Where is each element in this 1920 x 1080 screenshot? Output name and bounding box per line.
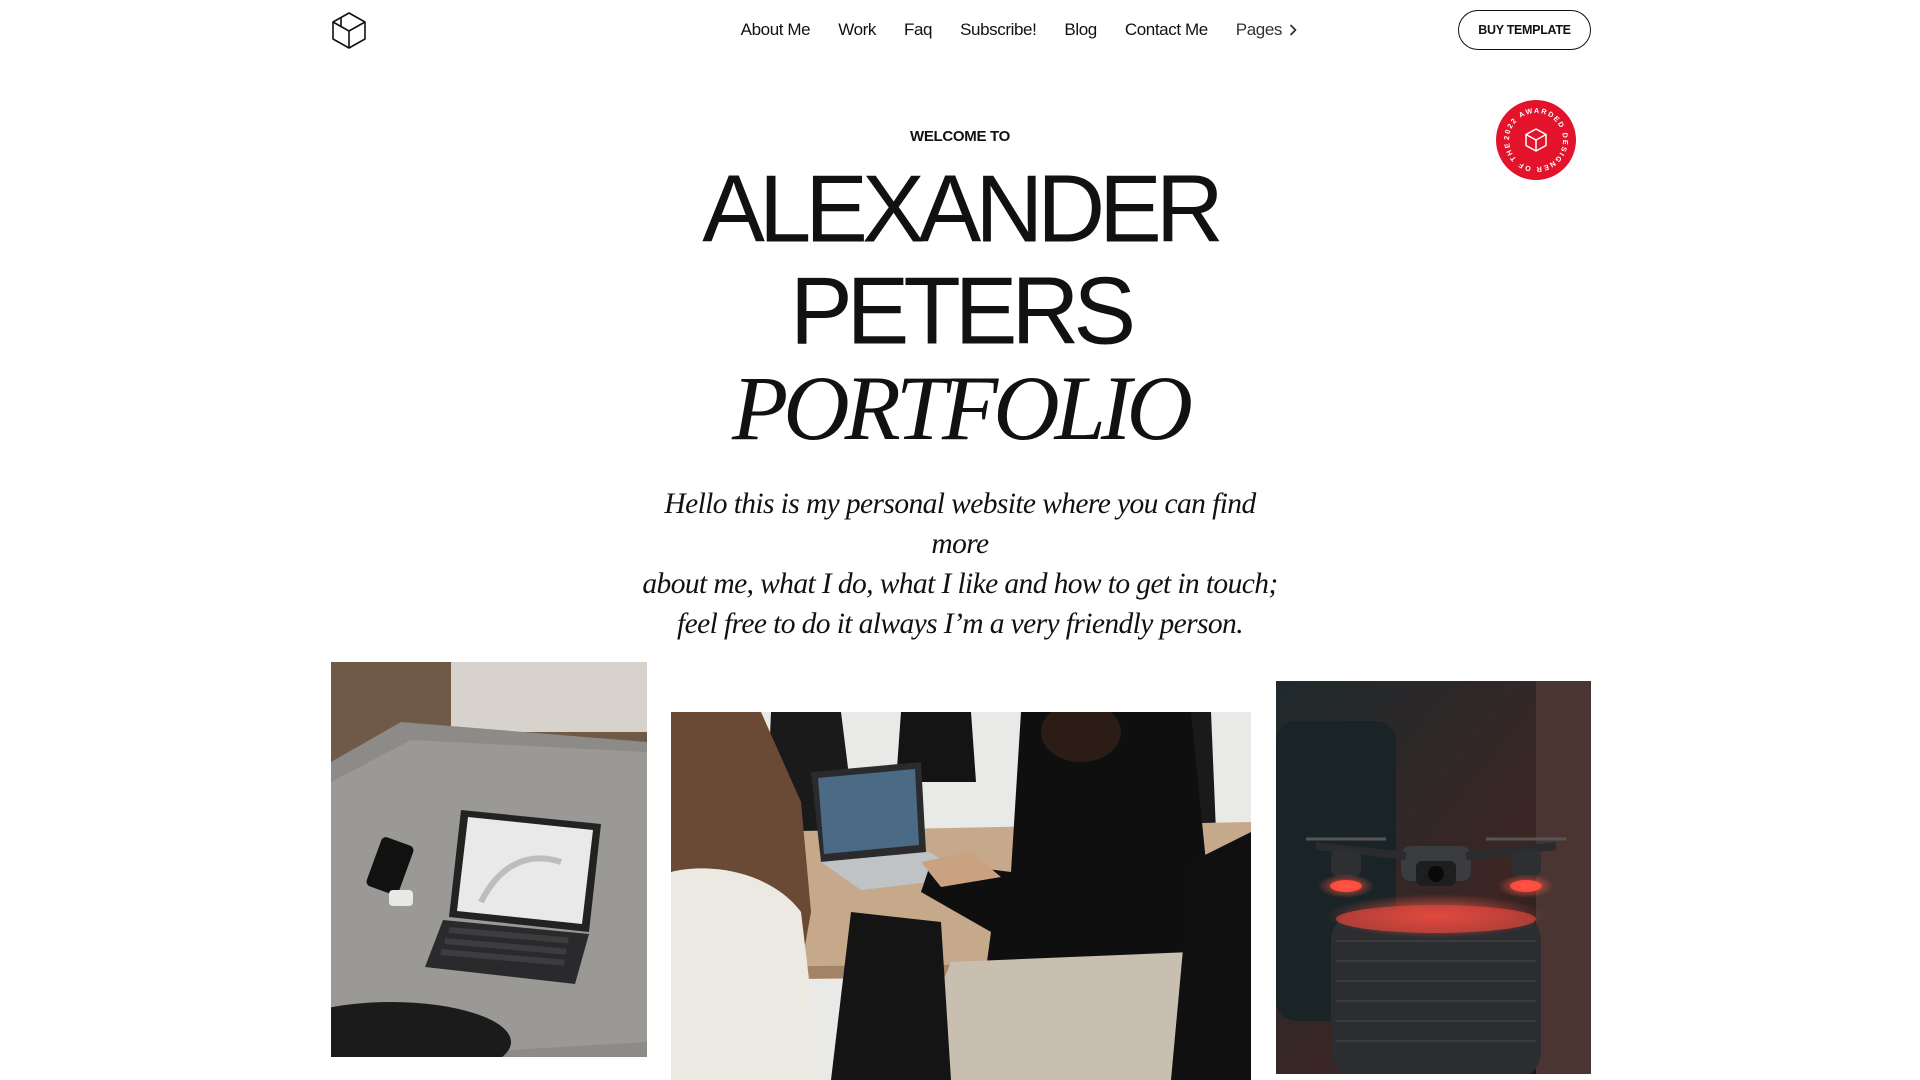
intro-line-1: Hello this is my personal website where … [664,488,1256,560]
person-working-on-laptop-photo[interactable] [671,712,1251,1080]
nav-link-subscribe[interactable]: Subscribe! [960,20,1037,40]
intro-line-2: about me, what I do, what I like and how… [642,568,1278,600]
welcome-eyebrow: WELCOME TO [909,128,1011,145]
intro-line-3: feel free to do it always I’m a very fri… [677,608,1244,640]
chevron-right-icon [1290,24,1297,36]
nav-link-work[interactable]: Work [838,20,876,40]
drone-with-red-lights-photo[interactable] [1276,681,1591,1074]
site-header: About Me Work Faq Subscribe! Blog Contac… [0,0,1920,60]
hero-name-last: PETERS [789,256,1136,365]
nav-link-about[interactable]: About Me [741,20,811,40]
nav-pages-dropdown[interactable]: Pages [1236,20,1298,40]
nav-link-contact[interactable]: Contact Me [1125,20,1208,40]
cube-logo-icon[interactable] [331,11,367,49]
nav-link-faq[interactable]: Faq [904,20,932,40]
tablet-with-keyboard-on-table-photo[interactable] [331,662,647,1057]
hero-intro: Hello this is my personal website where … [640,484,1280,644]
hero-name-first: ALEXANDER [702,154,1223,263]
main-nav: About Me Work Faq Subscribe! Blog Contac… [713,0,1298,60]
hero-portfolio-title: PORTFOLIO [732,357,1193,459]
nav-link-blog[interactable]: Blog [1064,20,1097,40]
nav-pages-label: Pages [1235,20,1283,39]
buy-template-button[interactable]: BUY TEMPLATE [1458,10,1591,50]
